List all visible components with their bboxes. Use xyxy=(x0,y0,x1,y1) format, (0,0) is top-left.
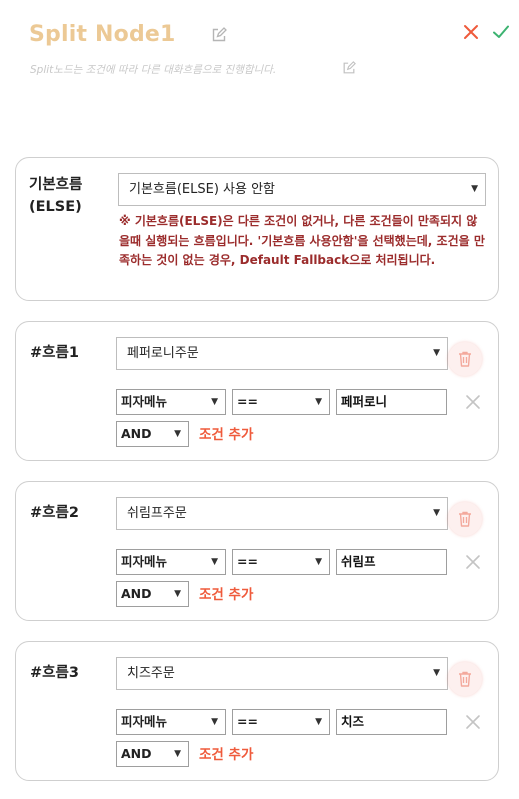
default-flow-card: 기본흐름 (ELSE) 기본흐름(ELSE) 사용 안함 ▼ ※ 기본흐름(EL… xyxy=(15,157,499,301)
dropdown-caret-icon: ▼ xyxy=(174,749,181,759)
flow-card-2: #흐름2 쉬림프주문 ▼ 피자메뉴 ▼ == ▼ 쉬림프 AND ▼ 조건 추가 xyxy=(15,481,499,621)
dropdown-caret-icon: ▼ xyxy=(211,397,218,407)
flow-target-select[interactable]: 치즈주문 ▼ xyxy=(116,657,448,690)
flow-target-value: 쉬림프주문 xyxy=(127,506,187,521)
condition-value-input[interactable]: 페퍼로니 xyxy=(336,389,447,415)
flow-target-select[interactable]: 페퍼로니주문 ▼ xyxy=(116,337,448,370)
condition-value-input[interactable]: 치즈 xyxy=(336,709,447,735)
dropdown-caret-icon: ▼ xyxy=(433,668,440,678)
trash-icon xyxy=(459,671,471,687)
condition-operator-value: == xyxy=(237,714,258,729)
condition-operator-value: == xyxy=(237,394,258,409)
condition-conjunction-value: AND xyxy=(121,426,152,441)
flow-label: #흐름2 xyxy=(30,505,79,521)
dropdown-caret-icon: ▼ xyxy=(433,508,440,518)
default-flow-label-line1: 기본흐름 xyxy=(29,177,83,193)
condition-operator-select[interactable]: == ▼ xyxy=(232,549,330,575)
delete-flow-button[interactable] xyxy=(448,502,482,536)
remove-condition-icon[interactable] xyxy=(465,554,481,570)
flow-label: #흐름3 xyxy=(30,665,79,681)
default-flow-select-value: 기본흐름(ELSE) 사용 안함 xyxy=(129,182,276,197)
delete-flow-button[interactable] xyxy=(448,662,482,696)
add-condition-button[interactable]: 조건 추가 xyxy=(199,743,253,763)
flow-target-value: 페퍼로니주문 xyxy=(127,346,199,361)
trash-icon xyxy=(459,351,471,367)
node-header: Split Node1 Split노드는 조건에 따라 다른 대화흐름으로 진행… xyxy=(0,0,519,110)
add-condition-button[interactable]: 조건 추가 xyxy=(199,423,253,443)
condition-conjunction-select[interactable]: AND ▼ xyxy=(116,421,189,447)
condition-operator-select[interactable]: == ▼ xyxy=(232,389,330,415)
flow-target-select[interactable]: 쉬림프주문 ▼ xyxy=(116,497,448,530)
flow-target-value: 치즈주문 xyxy=(127,666,175,681)
remove-condition-icon[interactable] xyxy=(465,714,481,730)
edit-title-icon[interactable] xyxy=(211,27,227,43)
condition-variable-value: 피자메뉴 xyxy=(121,394,168,409)
condition-conjunction-select[interactable]: AND ▼ xyxy=(116,741,189,767)
flow-card-1: #흐름1 페퍼로니주문 ▼ 피자메뉴 ▼ == ▼ 페퍼로니 AND ▼ 조건 … xyxy=(15,321,499,461)
flow-card-3: #흐름3 치즈주문 ▼ 피자메뉴 ▼ == ▼ 치즈 AND ▼ 조건 추가 xyxy=(15,641,499,781)
dropdown-caret-icon: ▼ xyxy=(315,717,322,727)
dropdown-caret-icon: ▼ xyxy=(315,397,322,407)
dropdown-caret-icon: ▼ xyxy=(433,348,440,358)
default-flow-select[interactable]: 기본흐름(ELSE) 사용 안함 ▼ xyxy=(118,173,486,206)
remove-condition-icon[interactable] xyxy=(465,394,481,410)
close-icon[interactable] xyxy=(462,23,480,41)
delete-flow-button[interactable] xyxy=(448,342,482,376)
condition-variable-value: 피자메뉴 xyxy=(121,714,168,729)
condition-operator-select[interactable]: == ▼ xyxy=(232,709,330,735)
condition-conjunction-value: AND xyxy=(121,586,152,601)
default-flow-label: 기본흐름 (ELSE) xyxy=(29,174,82,218)
condition-variable-value: 피자메뉴 xyxy=(121,554,168,569)
node-description: Split노드는 조건에 따라 다른 대화흐름으로 진행합니다. xyxy=(30,64,277,76)
default-flow-label-line2: (ELSE) xyxy=(29,199,82,215)
dropdown-caret-icon: ▼ xyxy=(174,589,181,599)
condition-variable-select[interactable]: 피자메뉴 ▼ xyxy=(116,549,226,575)
flow-label: #흐름1 xyxy=(30,345,79,361)
condition-value-input[interactable]: 쉬림프 xyxy=(336,549,447,575)
condition-variable-select[interactable]: 피자메뉴 ▼ xyxy=(116,709,226,735)
edit-description-icon[interactable] xyxy=(342,61,356,75)
condition-conjunction-select[interactable]: AND ▼ xyxy=(116,581,189,607)
node-title: Split Node1 xyxy=(29,22,176,47)
dropdown-caret-icon: ▼ xyxy=(211,557,218,567)
dropdown-caret-icon: ▼ xyxy=(471,184,478,194)
condition-conjunction-value: AND xyxy=(121,746,152,761)
trash-icon xyxy=(459,511,471,527)
condition-operator-value: == xyxy=(237,554,258,569)
add-condition-button[interactable]: 조건 추가 xyxy=(199,583,253,603)
dropdown-caret-icon: ▼ xyxy=(211,717,218,727)
check-icon[interactable] xyxy=(491,22,511,42)
default-flow-warning: ※ 기본흐름(ELSE)은 다른 조건이 없거나, 다른 조건들이 만족되지 않… xyxy=(119,214,485,267)
condition-variable-select[interactable]: 피자메뉴 ▼ xyxy=(116,389,226,415)
dropdown-caret-icon: ▼ xyxy=(174,429,181,439)
dropdown-caret-icon: ▼ xyxy=(315,557,322,567)
